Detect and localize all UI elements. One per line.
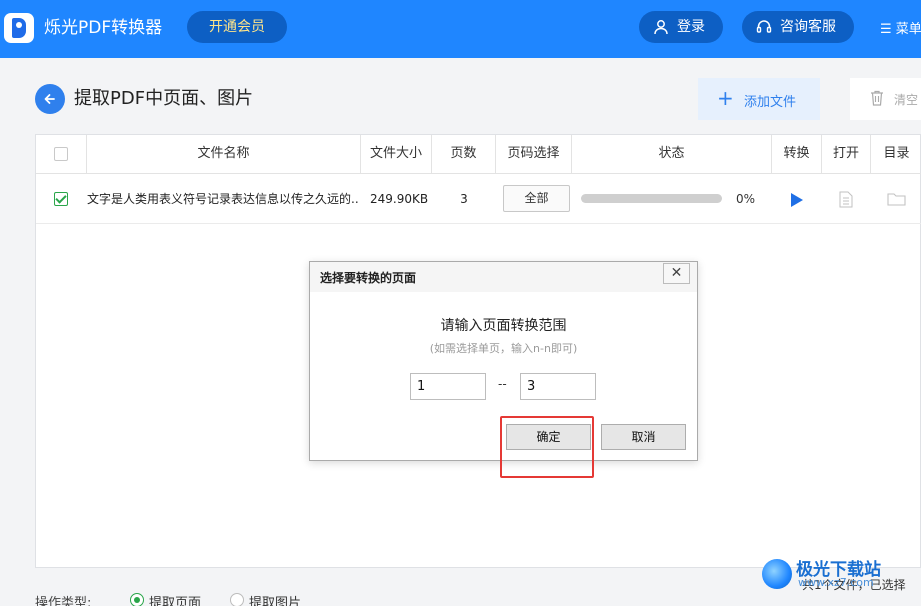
page-title: 提取PDF中页面、图片 [74,88,254,109]
dialog-title: 选择要转换的页面 [320,271,417,285]
header-select-cell [36,135,87,174]
table-row[interactable]: 文字是人类用表义符号记录表达信息以传之久远的... 249.90KB 3 全部 … [36,174,921,224]
watermark-url: www.xz7.com [798,576,874,589]
vip-button[interactable]: 开通会员 [187,11,287,43]
watermark: 极光下载站 www.xz7.com [762,553,912,593]
logo-icon [4,13,34,43]
select-all-checkbox[interactable] [54,147,68,161]
clear-label: 清空 [894,93,919,107]
header-pages[interactable]: 页数 [432,135,496,174]
user-icon [654,20,668,35]
menu-button[interactable]: ☰ 菜单 [880,18,921,37]
plus-icon: + [717,86,734,110]
support-button[interactable]: 咨询客服 [742,11,854,43]
add-file-label: 添加文件 [744,95,797,110]
page-range-button[interactable]: 全部 [503,185,570,212]
headset-icon [756,20,772,33]
header-convert: 转换 [772,135,822,174]
add-file-button[interactable]: + 添加文件 [698,78,820,120]
login-button[interactable]: 登录 [639,11,723,43]
menu-icon: ☰ [880,22,896,37]
login-label: 登录 [677,19,705,35]
extract-pages-radio[interactable] [130,593,144,606]
folder-icon[interactable] [887,192,906,206]
progress-percent: 0% [736,192,756,206]
header-folder: 目录 [883,146,910,161]
header-open: 打开 [822,135,871,174]
dialog-hint: (如需选择单页，输入n-n即可) [429,342,578,355]
progress-bar [581,194,722,203]
row-checkbox[interactable] [54,192,68,206]
play-icon[interactable] [791,193,803,207]
menu-label: 菜单 [895,22,921,37]
app-title: 烁光PDF转换器 [44,18,163,38]
range-from-input[interactable] [410,373,486,400]
dialog-prompt: 请输入页面转换范围 [440,318,567,334]
range-separator: -- [498,377,507,391]
page-count: 3 [460,192,468,206]
document-icon[interactable] [839,191,853,208]
dialog-header: 选择要转换的页面 ✕ [310,262,697,292]
extract-images-label[interactable]: 提取图片 [249,592,301,606]
clear-button[interactable]: 清空 [850,78,921,120]
back-button[interactable] [35,84,65,114]
trash-icon [871,90,883,106]
extract-images-radio[interactable] [230,593,244,606]
back-arrow-icon [44,94,55,104]
file-size: 249.90KB [370,192,429,206]
header-status: 状态 [572,135,772,174]
extract-pages-label[interactable]: 提取页面 [149,592,201,606]
close-icon[interactable]: ✕ [663,263,690,284]
top-bar: 烁光PDF转换器 开通会员 登录 咨询客服 ☰ 菜单 [0,0,921,58]
cancel-button[interactable]: 取消 [601,424,686,450]
support-label: 咨询客服 [780,19,836,35]
file-name: 文字是人类用表义符号记录表达信息以传之久远的... [87,192,359,206]
table-header: 文件名称 文件大小 页数 页码选择 状态 转换 打开 目录 [36,135,921,174]
header-page-range[interactable]: 页码选择 [496,135,572,174]
header-file-size[interactable]: 文件大小 [361,135,432,174]
header-file-name[interactable]: 文件名称 [87,135,361,174]
operation-type-label: 操作类型: [35,596,92,606]
watermark-logo-icon [762,559,792,589]
highlight-box [500,416,594,478]
range-to-input[interactable] [520,373,596,400]
